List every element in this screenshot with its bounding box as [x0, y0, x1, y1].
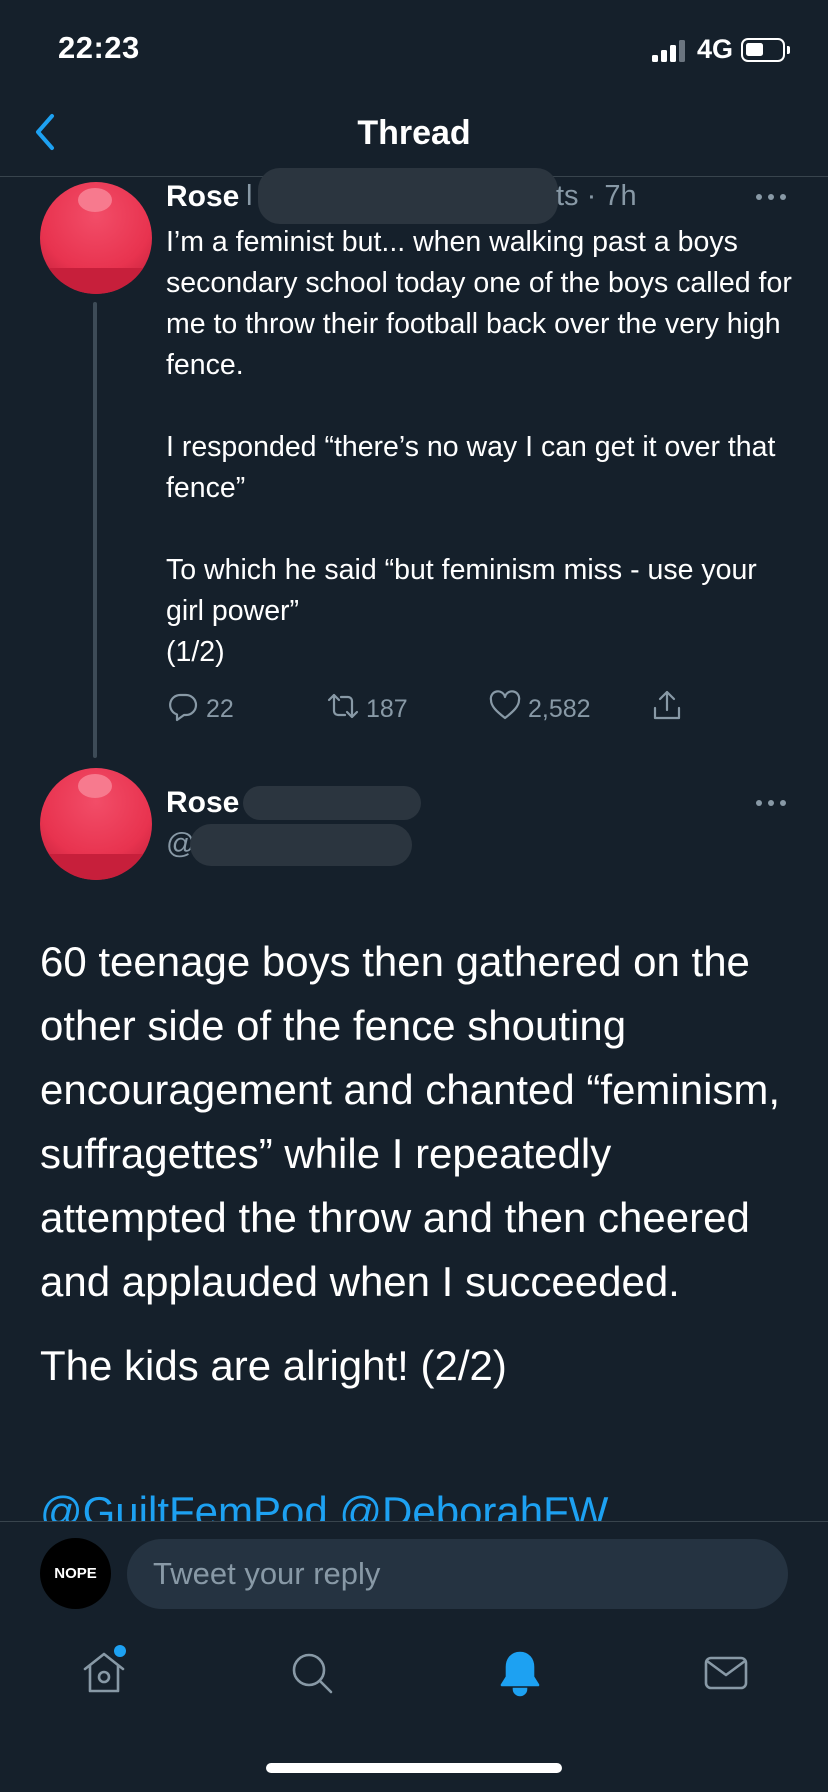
thread-line: [93, 302, 97, 758]
tweet1-paragraph: To which he said “but feminism miss - us…: [166, 554, 757, 668]
user-avatar[interactable]: NOPE: [40, 1538, 111, 1609]
tweet1-paragraph: I’m a feminist but... when walking past …: [166, 226, 792, 381]
more-dots-icon[interactable]: [756, 800, 788, 808]
reply-icon: [169, 693, 198, 722]
reply-count: 22: [206, 694, 234, 723]
like-icon: [489, 690, 521, 720]
messages-icon[interactable]: [698, 1645, 754, 1701]
share-icon: [653, 690, 681, 720]
mention-links[interactable]: @GuiltFemPod @DeborahFW: [40, 1480, 800, 1522]
avatar[interactable]: [40, 182, 152, 294]
redaction-block: [190, 824, 412, 866]
tweet1-author-name[interactable]: Rose: [166, 180, 239, 214]
tweet2-paragraph: The kids are alright! (2/2): [40, 1342, 507, 1389]
tweet1-meta: ts · 7h: [556, 180, 637, 212]
avatar[interactable]: [40, 768, 152, 880]
tweet2-paragraph: 60 teenage boys then gathered on the oth…: [40, 938, 781, 1305]
reply-bar: NOPE: [0, 1521, 828, 1621]
status-time: 22:23: [58, 30, 140, 65]
reply-button[interactable]: 22: [166, 686, 234, 726]
redaction-block: [243, 786, 421, 820]
tweet1-text: I’m a feminist but... when walking past …: [166, 222, 796, 673]
network-label: 4G: [697, 34, 734, 64]
search-icon[interactable]: [284, 1645, 340, 1701]
redaction-block: [258, 168, 558, 224]
nav-header: Thread: [0, 100, 828, 177]
tweet1-name-trail: l: [246, 180, 253, 212]
reply-input[interactable]: [127, 1539, 788, 1609]
share-button[interactable]: [650, 686, 684, 726]
retweet-count: 187: [366, 694, 408, 723]
status-bar: 22:23 4G: [0, 0, 828, 100]
notification-dot: [114, 1645, 126, 1657]
tweet1-paragraph: I responded “there’s no way I can get it…: [166, 431, 776, 504]
tweet2-author-name[interactable]: Rose: [166, 786, 239, 820]
retweet-icon: [327, 693, 359, 719]
like-count: 2,582: [528, 694, 591, 723]
page-title: Thread: [357, 114, 471, 152]
signal-icon: [652, 40, 688, 62]
more-dots-icon[interactable]: [756, 194, 788, 202]
notifications-icon[interactable]: [492, 1645, 548, 1701]
retweet-button[interactable]: 187: [326, 686, 408, 726]
tweet2-text: 60 teenage boys then gathered on the oth…: [40, 930, 800, 1398]
battery-icon: [741, 38, 790, 62]
home-indicator[interactable]: [266, 1763, 562, 1773]
like-button[interactable]: 2,582: [488, 686, 591, 726]
